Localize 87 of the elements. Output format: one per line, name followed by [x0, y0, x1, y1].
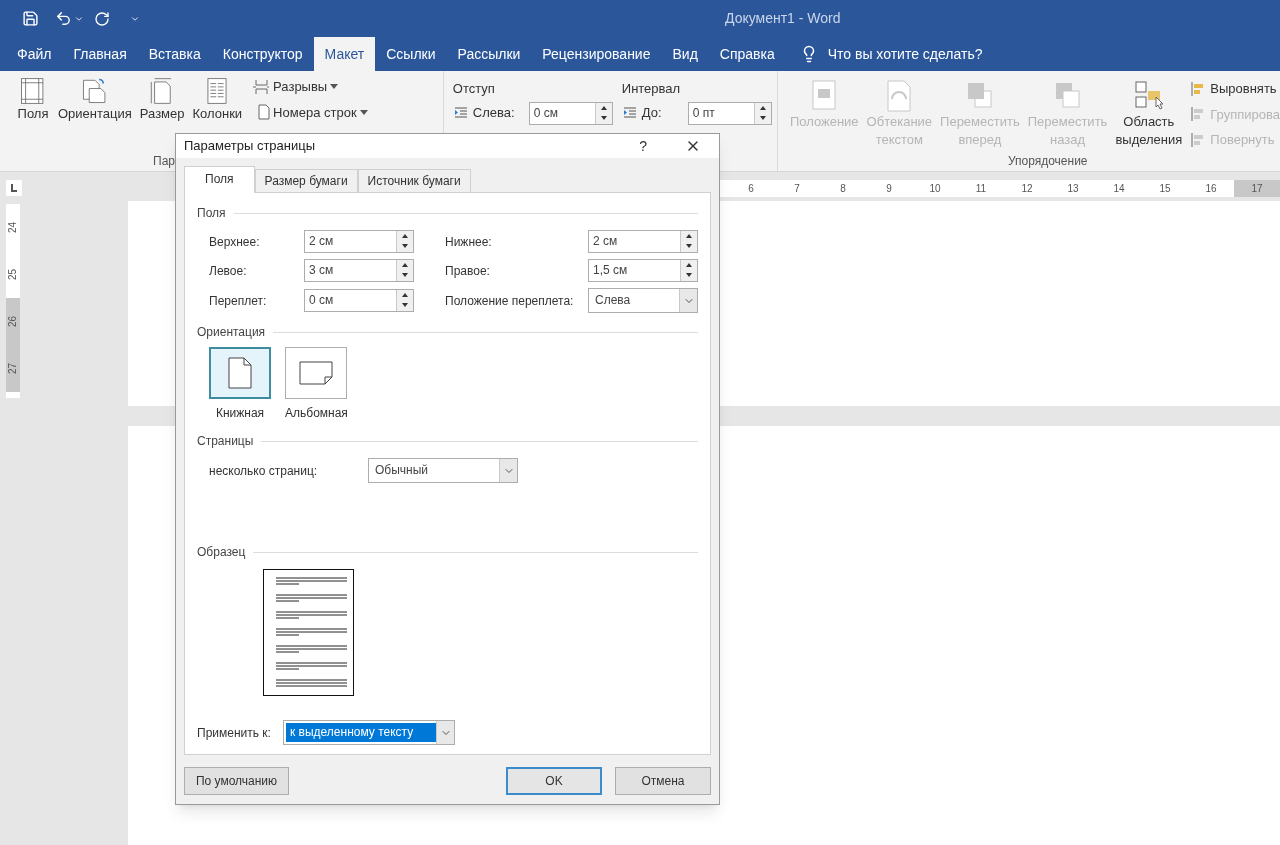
breaks-icon [252, 77, 271, 96]
ruler-number: 8 [840, 182, 846, 196]
ribbon-tab[interactable]: Главная [62, 37, 138, 71]
field-label: Верхнее: [209, 233, 261, 251]
orientation-option[interactable] [285, 347, 348, 399]
save-icon[interactable] [22, 10, 39, 27]
field-label: Нижнее: [444, 233, 493, 251]
ruler-number: 24 [6, 221, 20, 234]
option-label: Альбомная [285, 405, 348, 422]
group-label: Упорядочение [1007, 153, 1089, 170]
ribbon-button[interactable]: Область выделения [1111, 79, 1187, 152]
ribbon-tab[interactable]: Макет [313, 37, 376, 71]
spin-field[interactable]: 0 см [304, 289, 414, 312]
dialog-tab[interactable]: Источник бумаги [357, 169, 471, 192]
ruler-number: 12 [1021, 182, 1033, 196]
field-label: Левое: [209, 262, 248, 280]
ribbon-tab[interactable]: Ссылки [375, 37, 447, 71]
ruler-number: 15 [1159, 182, 1171, 196]
ruler-number: 26 [6, 315, 20, 328]
spin-field[interactable]: 0 см [528, 101, 613, 125]
spin-field[interactable]: 2 см [304, 230, 414, 253]
field-label: Положение переплета: [444, 292, 575, 310]
portrait-page-icon [228, 357, 252, 389]
group-heading: Отступ [452, 80, 496, 98]
orientation-option[interactable] [209, 347, 271, 399]
ribbon-tab[interactable]: Конструктор [211, 37, 314, 71]
tab-selector-icon[interactable] [6, 180, 22, 196]
spin-field[interactable]: 3 см [304, 259, 414, 282]
field-label: Переплет: [209, 292, 268, 310]
dialog-title: Параметры страницы [184, 137, 317, 156]
ruler-number: 11 [975, 182, 987, 196]
ruler-number: 25 [6, 268, 20, 281]
ruler-number: 14 [1113, 182, 1125, 196]
tell-me-field[interactable]: Что вы хотите сделать? [827, 43, 983, 65]
field-label: Слева: [472, 104, 516, 123]
field-label: несколько страниц: [209, 462, 319, 480]
ribbon-tab[interactable]: Файл [6, 37, 63, 71]
caret-icon [359, 109, 368, 115]
indent-icon [452, 105, 469, 121]
ribbon-tab[interactable]: Вид [661, 37, 709, 71]
field-label: До: [641, 104, 663, 123]
ribbon-button[interactable]: Колонки [188, 77, 247, 123]
ribbon-small-button[interactable]: Номера строк [252, 102, 368, 122]
dialog-tab[interactable]: Поля [184, 166, 255, 193]
dialog-button[interactable]: OK [506, 767, 602, 795]
ruler-number: 9 [886, 182, 892, 196]
spin-field[interactable]: 2 см [588, 230, 698, 253]
ribbon-button[interactable]: Ориентация [54, 77, 136, 123]
spin-field[interactable]: 0 пт [687, 101, 772, 125]
dropdown-field[interactable]: к выделенному тексту [283, 720, 455, 745]
ruler-number: 6 [748, 182, 754, 196]
group-label: Пар [153, 153, 176, 170]
caret-icon [330, 84, 339, 90]
help-button[interactable]: ? [639, 135, 647, 157]
window-title: Документ1 - Word [725, 9, 841, 28]
ribbon-small-button[interactable]: Выровнять [1190, 79, 1280, 99]
ribbon-tab[interactable]: Справка [708, 37, 786, 71]
option-label: Книжная [215, 405, 265, 422]
ruler-number: 13 [1067, 182, 1079, 196]
ruler-number: 17 [1251, 182, 1263, 196]
section-title: Ориентация [197, 324, 266, 341]
ribbon-small-button[interactable]: Разрывы [252, 77, 368, 97]
dialog-tab[interactable]: Размер бумаги [254, 169, 358, 192]
ribbon-tab[interactable]: Вставка [137, 37, 212, 71]
spacing-icon [621, 105, 638, 121]
ruler-number: 27 [6, 362, 20, 375]
undo-icon[interactable] [55, 10, 72, 27]
spin-field[interactable]: 1,5 см [588, 259, 698, 282]
redo-icon[interactable] [94, 10, 110, 27]
section-title: Страницы [197, 433, 254, 450]
ruler-number: 7 [794, 182, 800, 196]
dropdown-field[interactable]: Обычный [368, 458, 518, 483]
ribbon-button[interactable]: Размер [135, 77, 189, 123]
ribbon-tab[interactable]: Рассылки [446, 37, 532, 71]
ruler-number: 16 [1205, 182, 1217, 196]
ribbon-tab[interactable]: Рецензирование [531, 37, 662, 71]
field-label: Правое: [444, 262, 491, 280]
dialog-button[interactable]: По умолчанию [184, 767, 289, 795]
landscape-page-icon [299, 361, 334, 385]
field-label: Применить к: [197, 724, 272, 742]
ribbon-button[interactable]: Поля [12, 77, 54, 123]
dialog-button[interactable]: Отмена [615, 767, 711, 795]
dropdown-field[interactable]: Слева [588, 288, 698, 313]
section-title: Поля [197, 205, 226, 222]
group-heading: Интервал [621, 80, 682, 98]
ruler-number: 10 [929, 182, 941, 196]
section-title: Образец [197, 544, 246, 561]
